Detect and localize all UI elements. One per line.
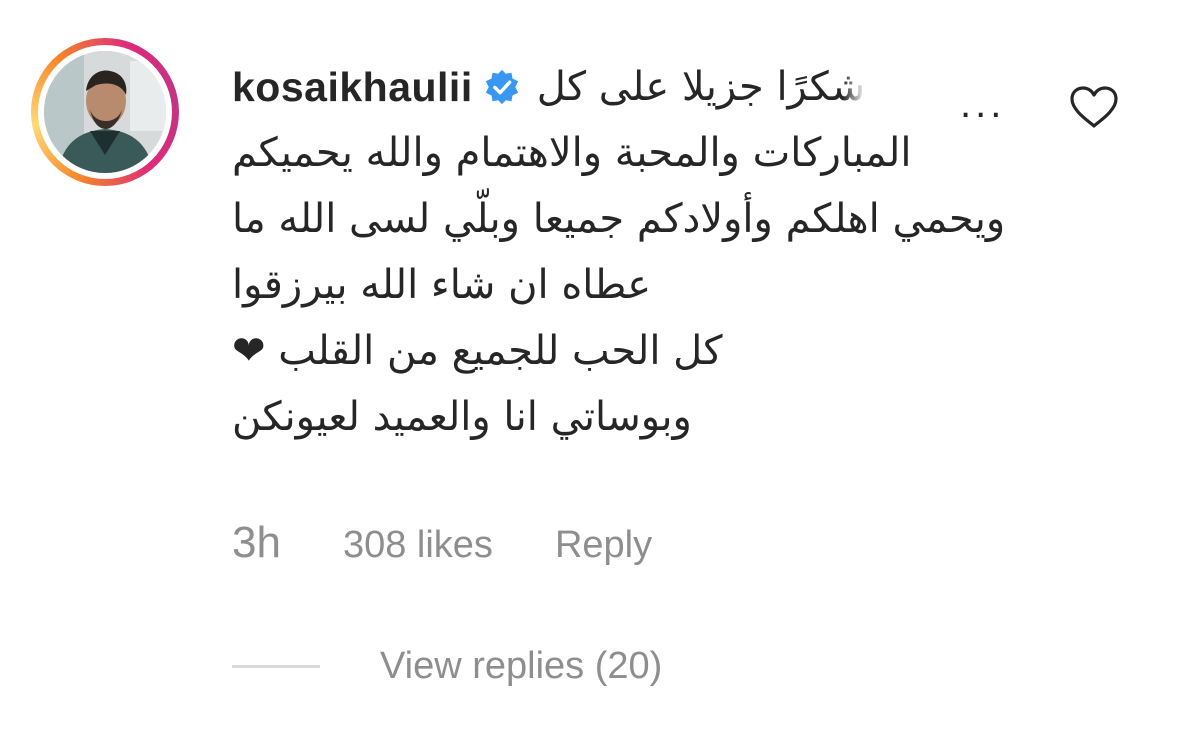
reply-button[interactable]: Reply (555, 524, 652, 567)
view-replies-label: View replies (20) (380, 645, 663, 687)
comment-timestamp[interactable]: 3h (232, 518, 281, 568)
verified-badge-icon (485, 69, 518, 105)
comment-text: المباركات والمحبة والاهتمام والله يحميكم… (232, 120, 1032, 450)
likes-count-button[interactable]: 308 likes (343, 524, 493, 567)
comment-text-line: كل الحب للجميع من القلب ❤ (232, 328, 723, 374)
heart-outline-icon[interactable] (1068, 84, 1120, 130)
comment: kosaikhaulii شكرًا جزيلا على كل المباركا… (0, 0, 1200, 756)
comment-text-first-line: شكرًا جزيلا على كل (536, 64, 866, 110)
comment-body: kosaikhaulii شكرًا جزيلا على كل المباركا… (232, 54, 1032, 450)
comment-text-line: المباركات والمحبة والاهتمام والله يحميكم (232, 130, 912, 176)
avatar-photo (44, 51, 166, 173)
avatar-story-ring[interactable] (31, 38, 179, 186)
comment-text-line: ويحمي اهلكم وأولادكم جميعا وبلّي لسى الل… (232, 196, 1006, 242)
more-options-button[interactable]: ... (960, 84, 1005, 124)
view-replies-button[interactable]: View replies (20) (232, 645, 662, 688)
replies-divider (232, 665, 320, 668)
comment-text-line: وبوساتي انا والعميد لعيونكن (232, 394, 692, 440)
comment-meta: 3h 308 likes Reply (232, 518, 652, 568)
avatar[interactable] (44, 51, 166, 173)
username-link[interactable]: kosaikhaulii (232, 64, 473, 111)
comment-text-line: عطاه ان شاء الله بيرزقوا (232, 262, 652, 308)
